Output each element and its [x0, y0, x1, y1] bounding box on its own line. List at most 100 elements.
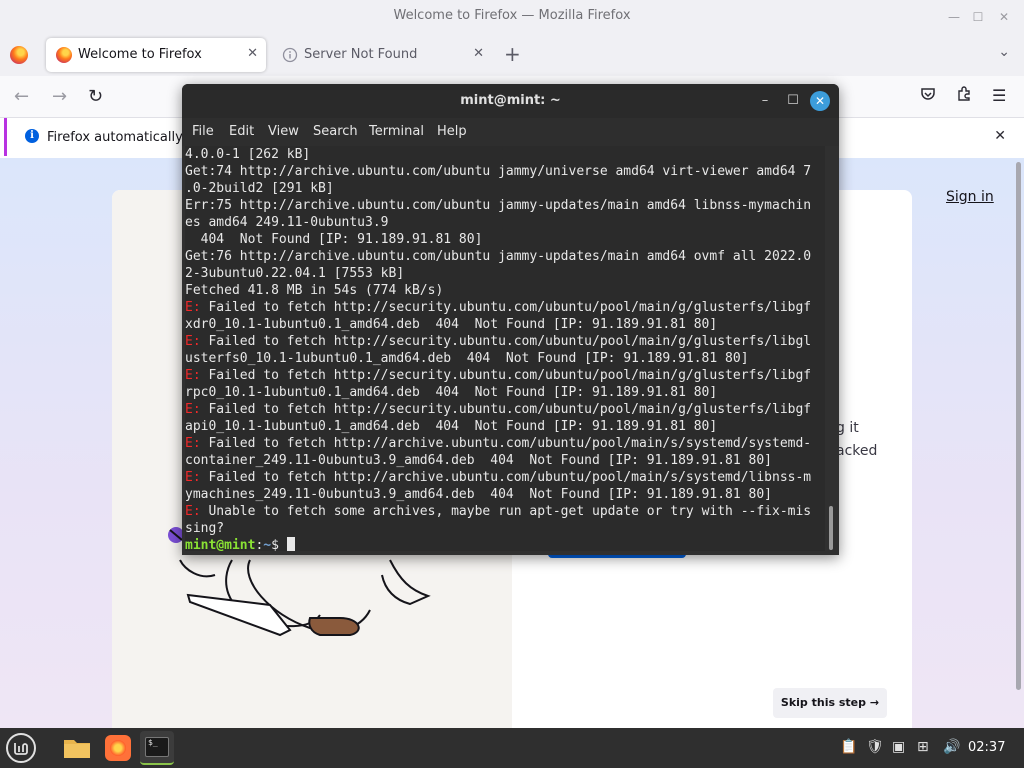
close-button[interactable]: ✕ [810, 91, 830, 111]
menu-file[interactable]: File [192, 124, 214, 139]
terminal-icon[interactable]: $_ [140, 731, 174, 765]
error-prefix: E: [185, 402, 201, 417]
terminal-line: E: Unable to fetch some archives, maybe … [185, 503, 825, 520]
line-text: Err:75 http://archive.ubuntu.com/ubuntu … [185, 198, 812, 213]
update-manager-icon[interactable]: ▣ [892, 739, 905, 755]
line-text: sing? [185, 521, 225, 536]
close-icon[interactable]: ✕ [994, 128, 1006, 144]
skip-step-button[interactable]: Skip this step → [773, 688, 887, 718]
minimize-button[interactable]: — [944, 7, 964, 27]
window-title: Welcome to Firefox — Mozilla Firefox [393, 8, 631, 23]
line-text: Get:74 http://archive.ubuntu.com/ubuntu … [185, 164, 812, 179]
error-prefix: E: [185, 300, 201, 315]
terminal-window[interactable]: mint@mint: ~ – ☐ ✕ File Edit View Search… [182, 84, 839, 555]
terminal-line: usterfs0_10.1-1ubuntu0.1_amd64.deb 404 N… [185, 350, 825, 367]
terminal-line: container_249.11-0ubuntu3.9_amd64.deb 40… [185, 452, 825, 469]
terminal-line: .0-2build2 [291 kB] [185, 180, 825, 197]
info-circle-icon [282, 47, 298, 63]
close-window-button[interactable]: ✕ [994, 7, 1014, 27]
line-text: usterfs0_10.1-1ubuntu0.1_amd64.deb 404 N… [185, 351, 749, 366]
page-scrollbar[interactable] [1016, 162, 1021, 690]
line-text: ymachines_249.11-0ubuntu3.9_amd64.deb 40… [185, 487, 772, 502]
line-text: Fetched 41.8 MB in 54s (774 kB/s) [185, 283, 444, 298]
prompt-line[interactable]: mint@mint:~$ [185, 537, 825, 554]
tab-label: Server Not Found [304, 47, 418, 62]
line-text: Failed to fetch http://archive.ubuntu.co… [200, 470, 812, 485]
menu-search[interactable]: Search [313, 124, 358, 139]
network-icon[interactable]: ⊞ [917, 739, 929, 755]
new-tab-button[interactable]: + [504, 42, 521, 66]
error-prefix: E: [185, 368, 201, 383]
error-prefix: E: [185, 334, 201, 349]
close-tab-icon[interactable]: ✕ [473, 46, 484, 61]
chevron-down-icon[interactable]: ⌄ [998, 44, 1010, 60]
line-text: rpc0_10.1-1ubuntu0.1_amd64.deb 404 Not F… [185, 385, 718, 400]
terminal-line: E: Failed to fetch http://security.ubunt… [185, 333, 825, 350]
terminal-titlebar[interactable]: mint@mint: ~ – ☐ ✕ [182, 84, 839, 118]
line-text: Failed to fetch http://security.ubuntu.c… [200, 368, 812, 383]
line-text: .0-2build2 [291 kB] [185, 181, 334, 196]
line-text: Unable to fetch some archives, maybe run… [200, 504, 812, 519]
welcome-body-text: acked [836, 443, 878, 459]
taskbar: $_ 📋 🛡 ▣ ⊞ 🔊 02:37 [0, 728, 1024, 768]
tab-welcome[interactable]: Welcome to Firefox ✕ [46, 38, 266, 72]
terminal-line: 404 Not Found [IP: 91.189.91.81 80] [185, 231, 825, 248]
close-tab-icon[interactable]: ✕ [247, 46, 258, 61]
line-text: xdr0_10.1-1ubuntu0.1_amd64.deb 404 Not F… [185, 317, 718, 332]
pocket-icon[interactable] [920, 86, 936, 106]
terminal-scrollbar[interactable] [829, 506, 833, 550]
terminal-line: rpc0_10.1-1ubuntu0.1_amd64.deb 404 Not F… [185, 384, 825, 401]
line-text: 4.0.0-1 [262 kB] [185, 147, 311, 162]
extensions-icon[interactable] [956, 86, 972, 106]
maximize-button[interactable]: ☐ [968, 7, 988, 27]
tab-label: Welcome to Firefox [78, 47, 202, 62]
volume-icon[interactable]: 🔊 [943, 739, 960, 755]
reload-icon[interactable]: ↻ [88, 86, 103, 107]
terminal-line: E: Failed to fetch http://archive.ubuntu… [185, 435, 825, 452]
info-icon: i [25, 129, 39, 143]
terminal-line: Fetched 41.8 MB in 54s (774 kB/s) [185, 282, 825, 299]
terminal-line: Err:75 http://archive.ubuntu.com/ubuntu … [185, 197, 825, 214]
line-text: 404 Not Found [IP: 91.189.91.81 80] [185, 232, 483, 247]
sign-in-link[interactable]: Sign in [946, 189, 994, 205]
menu-edit[interactable]: Edit [229, 124, 254, 139]
error-prefix: E: [185, 504, 201, 519]
firefox-icon[interactable] [101, 731, 135, 765]
files-icon[interactable] [60, 731, 94, 765]
terminal-line: 4.0.0-1 [262 kB] [185, 146, 825, 163]
tab-server-not-found[interactable]: Server Not Found ✕ [272, 38, 492, 72]
terminal-line: xdr0_10.1-1ubuntu0.1_amd64.deb 404 Not F… [185, 316, 825, 333]
hamburger-menu-icon[interactable]: ☰ [992, 86, 1006, 105]
terminal-line: Get:74 http://archive.ubuntu.com/ubuntu … [185, 163, 825, 180]
maximize-button[interactable]: ☐ [784, 92, 802, 110]
text-cursor [286, 537, 295, 551]
prompt-user: mint@mint [185, 538, 256, 553]
back-arrow-icon[interactable]: ← [14, 86, 29, 107]
line-text: container_249.11-0ubuntu3.9_amd64.deb 40… [185, 453, 772, 468]
line-text: Failed to fetch http://archive.ubuntu.co… [200, 436, 812, 451]
terminal-line: es amd64 249.11-0ubuntu3.9 [185, 214, 825, 231]
menu-help[interactable]: Help [437, 124, 467, 139]
notification-text: Firefox automatically se [47, 130, 202, 145]
welcome-body-text: g it [836, 420, 859, 436]
terminal-line: Get:76 http://archive.ubuntu.com/ubuntu … [185, 248, 825, 265]
clipboard-icon[interactable]: 📋 [840, 739, 857, 755]
menu-view[interactable]: View [268, 124, 299, 139]
terminal-line: E: Failed to fetch http://security.ubunt… [185, 401, 825, 418]
shield-icon[interactable]: 🛡 [866, 739, 884, 755]
line-text: es amd64 249.11-0ubuntu3.9 [185, 215, 389, 230]
menu-terminal[interactable]: Terminal [369, 124, 424, 139]
forward-arrow-icon[interactable]: → [52, 86, 67, 107]
mint-menu-icon[interactable] [6, 733, 36, 763]
prompt-path: ~ [263, 538, 272, 553]
terminal-line: api0_10.1-1ubuntu0.1_amd64.deb 404 Not F… [185, 418, 825, 435]
clock[interactable]: 02:37 [968, 740, 1005, 755]
firefox-view-icon[interactable] [10, 46, 28, 64]
minimize-button[interactable]: – [756, 92, 774, 110]
tab-bar: Welcome to Firefox ✕ Server Not Found ✕ … [0, 34, 1024, 76]
line-text: Get:76 http://archive.ubuntu.com/ubuntu … [185, 249, 812, 264]
terminal-output[interactable]: 4.0.0-1 [262 kB] Get:74 http://archive.ub… [185, 146, 825, 554]
line-text: api0_10.1-1ubuntu0.1_amd64.deb 404 Not F… [185, 419, 718, 434]
line-text: Failed to fetch http://security.ubuntu.c… [200, 334, 812, 349]
terminal-line: E: Failed to fetch http://security.ubunt… [185, 367, 825, 384]
